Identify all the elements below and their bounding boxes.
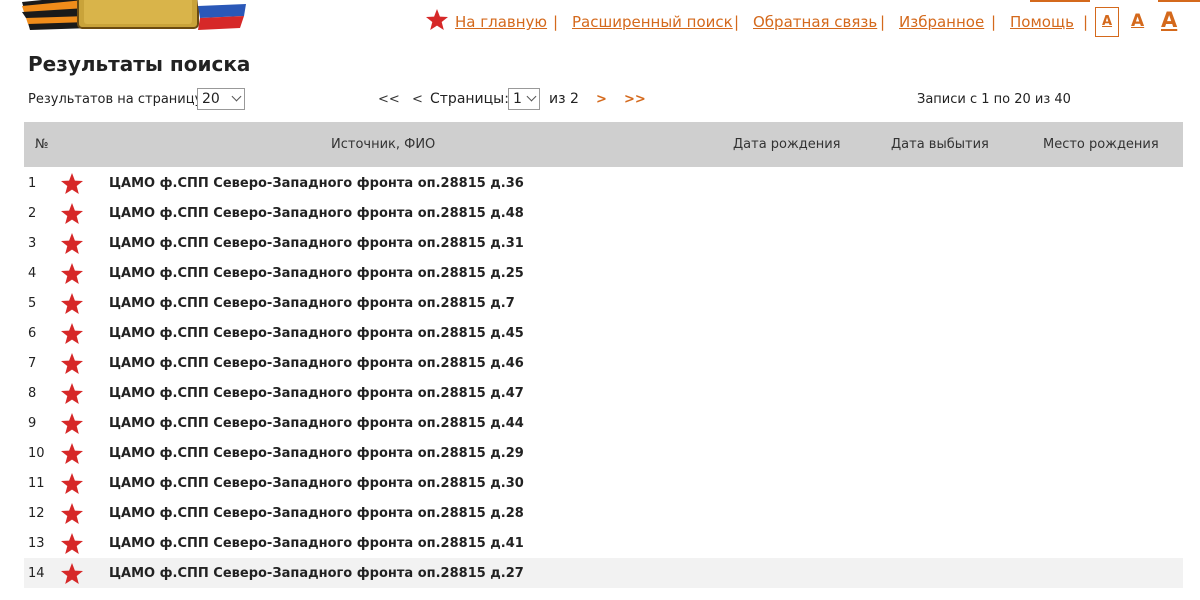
column-header-number: № xyxy=(35,137,49,152)
star-icon xyxy=(426,9,448,30)
row-number: 4 xyxy=(28,266,37,281)
star-icon xyxy=(61,533,83,554)
row-number: 5 xyxy=(28,296,37,311)
table-row[interactable]: 3 ЦАМО ф.СПП Северо-Западного фронта оп.… xyxy=(24,228,1183,258)
row-source-link[interactable]: ЦАМО ф.СПП Северо-Западного фронта оп.28… xyxy=(109,506,524,521)
per-page-select[interactable]: 20 xyxy=(197,88,245,110)
nav-separator: | xyxy=(734,13,740,31)
star-icon xyxy=(61,413,83,434)
font-size-large-button[interactable]: A xyxy=(1161,8,1177,32)
row-source-link[interactable]: ЦАМО ф.СПП Северо-Западного фронта оп.28… xyxy=(109,176,524,191)
column-header-source[interactable]: Источник, ФИО xyxy=(331,137,435,152)
nav-favorites-link[interactable]: Избранное xyxy=(899,13,984,31)
results-table-header: № Источник, ФИО Дата рождения Дата выбыт… xyxy=(24,122,1183,167)
nav-feedback-link[interactable]: Обратная связь xyxy=(753,13,877,31)
results-table-body: 1 ЦАМО ф.СПП Северо-Западного фронта оп.… xyxy=(24,168,1183,588)
table-row[interactable]: 1 ЦАМО ф.СПП Северо-Западного фронта оп.… xyxy=(24,168,1183,198)
nav-separator: | xyxy=(880,13,886,31)
row-source-link[interactable]: ЦАМО ф.СПП Северо-Западного фронта оп.28… xyxy=(109,536,524,551)
row-source-link[interactable]: ЦАМО ф.СПП Северо-Западного фронта оп.28… xyxy=(109,446,524,461)
star-icon xyxy=(61,173,83,194)
page-title: Результаты поиска xyxy=(28,52,251,76)
table-row[interactable]: 7 ЦАМО ф.СПП Северо-Западного фронта оп.… xyxy=(24,348,1183,378)
row-source-link[interactable]: ЦАМО ф.СПП Северо-Западного фронта оп.28… xyxy=(109,386,524,401)
row-source-link[interactable]: ЦАМО ф.СПП Северо-Западного фронта оп.28… xyxy=(109,296,515,311)
nav-advanced-search-link[interactable]: Расширенный поиск xyxy=(572,13,733,31)
star-icon xyxy=(61,503,83,524)
table-row[interactable]: 8 ЦАМО ф.СПП Северо-Западного фронта оп.… xyxy=(24,378,1183,408)
nav-separator: | xyxy=(1083,13,1089,31)
table-row[interactable]: 14 ЦАМО ф.СПП Северо-Западного фронта оп… xyxy=(24,558,1183,588)
chevron-down-icon xyxy=(231,91,242,102)
table-row[interactable]: 10 ЦАМО ф.СПП Северо-Западного фронта оп… xyxy=(24,438,1183,468)
table-row[interactable]: 4 ЦАМО ф.СПП Северо-Западного фронта оп.… xyxy=(24,258,1183,288)
page-value: 1 xyxy=(513,91,522,107)
row-number: 1 xyxy=(28,176,37,191)
nav-help-link[interactable]: Помощь xyxy=(1010,13,1074,31)
row-number: 2 xyxy=(28,206,37,221)
row-source-link[interactable]: ЦАМО ф.СПП Северо-Западного фронта оп.28… xyxy=(109,566,524,581)
row-number: 11 xyxy=(28,476,45,491)
row-number: 12 xyxy=(28,506,45,521)
row-number: 6 xyxy=(28,326,37,341)
column-header-birth-date[interactable]: Дата рождения xyxy=(733,137,840,152)
table-row[interactable]: 11 ЦАМО ф.СПП Северо-Западного фронта оп… xyxy=(24,468,1183,498)
per-page-value: 20 xyxy=(202,91,220,107)
row-number: 13 xyxy=(28,536,45,551)
per-page-label: Результатов на страницу: xyxy=(28,92,207,107)
page-select[interactable]: 1 xyxy=(508,88,540,110)
font-size-medium-button[interactable]: A xyxy=(1131,11,1144,31)
column-header-birth-place[interactable]: Место рождения xyxy=(1043,137,1159,152)
chevron-down-icon xyxy=(526,91,537,102)
star-icon xyxy=(61,563,83,584)
page-count: из 2 xyxy=(549,91,579,107)
records-info: Записи с 1 по 20 из 40 xyxy=(917,92,1071,107)
table-row[interactable]: 6 ЦАМО ф.СПП Северо-Западного фронта оп.… xyxy=(24,318,1183,348)
row-number: 14 xyxy=(28,566,45,581)
first-page-button[interactable]: << xyxy=(378,92,400,107)
font-size-small-button[interactable]: A xyxy=(1102,14,1112,29)
star-icon xyxy=(61,473,83,494)
table-row[interactable]: 5 ЦАМО ф.СПП Северо-Западного фронта оп.… xyxy=(24,288,1183,318)
row-number: 8 xyxy=(28,386,37,401)
last-page-button[interactable]: >> xyxy=(624,92,646,107)
row-source-link[interactable]: ЦАМО ф.СПП Северо-Западного фронта оп.28… xyxy=(109,416,524,431)
row-source-link[interactable]: ЦАМО ф.СПП Северо-Западного фронта оп.28… xyxy=(109,236,524,251)
table-row[interactable]: 12 ЦАМО ф.СПП Северо-Западного фронта оп… xyxy=(24,498,1183,528)
row-number: 9 xyxy=(28,416,37,431)
nav-separator: | xyxy=(553,13,559,31)
star-icon xyxy=(61,443,83,464)
row-source-link[interactable]: ЦАМО ф.СПП Северо-Западного фронта оп.28… xyxy=(109,356,524,371)
star-icon xyxy=(61,293,83,314)
table-row[interactable]: 2 ЦАМО ф.СПП Северо-Западного фронта оп.… xyxy=(24,198,1183,228)
pages-label: Страницы: xyxy=(430,91,509,107)
row-source-link[interactable]: ЦАМО ф.СПП Северо-Западного фронта оп.28… xyxy=(109,266,524,281)
table-row[interactable]: 13 ЦАМО ф.СПП Северо-Западного фронта оп… xyxy=(24,528,1183,558)
star-icon xyxy=(61,263,83,284)
prev-page-button[interactable]: < xyxy=(412,92,423,107)
next-page-button[interactable]: > xyxy=(596,92,607,107)
star-icon xyxy=(61,323,83,344)
nav-separator: | xyxy=(991,13,997,31)
row-source-link[interactable]: ЦАМО ф.СПП Северо-Западного фронта оп.28… xyxy=(109,326,524,341)
star-icon xyxy=(61,233,83,254)
top-navigation: На главную | Расширенный поиск | Обратна… xyxy=(0,0,1200,44)
table-row[interactable]: 9 ЦАМО ф.СПП Северо-Западного фронта оп.… xyxy=(24,408,1183,438)
star-icon xyxy=(61,353,83,374)
row-number: 7 xyxy=(28,356,37,371)
column-header-retire-date[interactable]: Дата выбытия xyxy=(891,137,989,152)
row-source-link[interactable]: ЦАМО ф.СПП Северо-Западного фронта оп.28… xyxy=(109,206,524,221)
row-source-link[interactable]: ЦАМО ф.СПП Северо-Западного фронта оп.28… xyxy=(109,476,524,491)
row-number: 10 xyxy=(28,446,45,461)
star-icon xyxy=(61,203,83,224)
star-icon xyxy=(61,383,83,404)
nav-home-link[interactable]: На главную xyxy=(455,13,547,31)
row-number: 3 xyxy=(28,236,37,251)
